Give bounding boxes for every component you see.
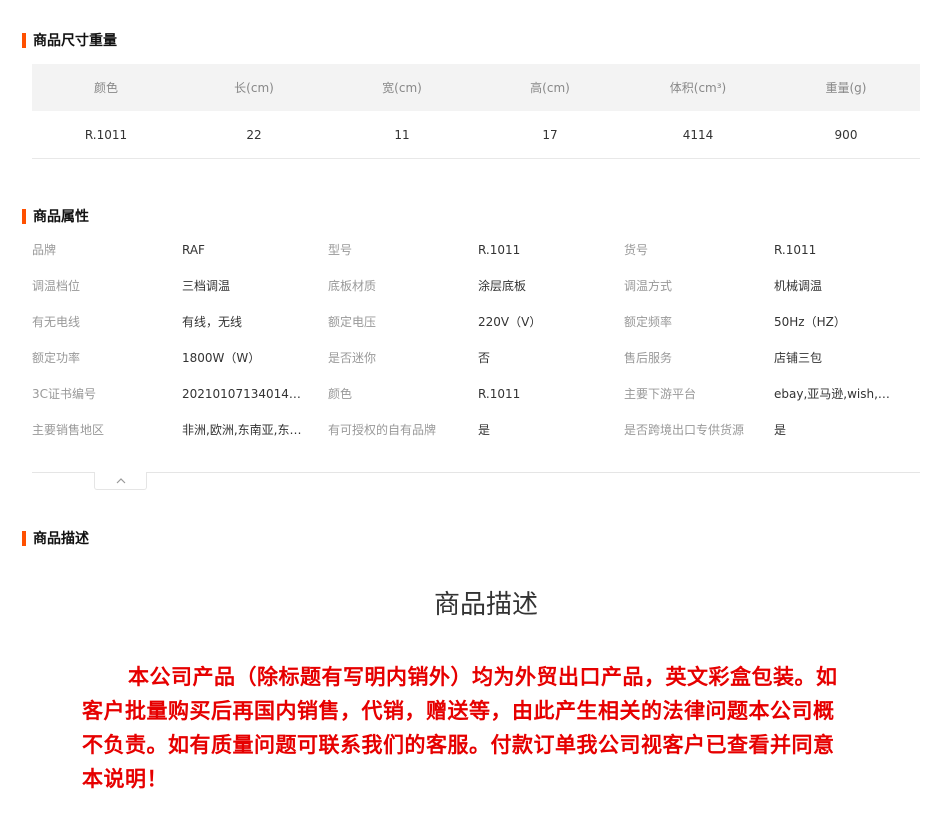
- attribute-value: 店铺三包: [774, 351, 823, 365]
- table-cell: 22: [180, 111, 328, 159]
- table-header-cell: 体积(cm³): [624, 64, 772, 111]
- table-cell: 4114: [624, 111, 772, 159]
- accent-bar: [22, 32, 26, 48]
- attribute-value: 是: [774, 423, 787, 437]
- table-header-cell: 颜色: [32, 64, 180, 111]
- attribute-value: 三档调温: [182, 279, 231, 293]
- attribute-key: 调温档位: [32, 279, 81, 293]
- attribute-value: RAF: [182, 243, 205, 257]
- attribute-key: 颜色: [328, 387, 353, 401]
- attribute-key: 品牌: [32, 243, 57, 257]
- table-cell: R.1011: [32, 111, 180, 159]
- table-header-cell: 长(cm): [180, 64, 328, 111]
- attribute-key: 有可授权的自有品牌: [328, 423, 437, 437]
- description-notice: 本公司产品（除标题有写明内销外）均为外贸出口产品，英文彩盒包装。如客户批量购买后…: [82, 665, 838, 791]
- attribute-value: 50Hz（HZ）: [774, 315, 846, 329]
- attribute-key: 主要下游平台: [624, 387, 697, 401]
- section-title-attributes: 商品属性: [22, 208, 89, 225]
- attribute-value: 220V（V）: [478, 315, 542, 329]
- section-title-text: 商品描述: [33, 531, 89, 547]
- attribute-value: ebay,亚马逊,wish,速…: [774, 387, 899, 401]
- description-heading: 商品描述: [433, 590, 538, 620]
- attribute-value: 是: [478, 423, 491, 437]
- attribute-value: R.1011: [478, 243, 521, 257]
- attribute-key: 有无电线: [32, 315, 81, 329]
- divider: [32, 472, 920, 473]
- attribute-row: 有无电线 有线，无线 额定电压 220V（V） 额定频率 50Hz（HZ）: [32, 304, 920, 340]
- attribute-value: 有线，无线: [182, 315, 243, 329]
- accent-bar: [22, 208, 26, 224]
- attribute-value: 1800W（W）: [182, 351, 261, 365]
- attribute-value: 涂层底板: [478, 279, 527, 293]
- table-header-row: 颜色 长(cm) 宽(cm) 高(cm) 体积(cm³) 重量(g): [32, 64, 920, 111]
- table-header-cell: 高(cm): [476, 64, 624, 111]
- attribute-key: 货号: [624, 243, 649, 257]
- section-title-text: 商品属性: [33, 209, 89, 225]
- section-title-text: 商品尺寸重量: [33, 33, 117, 49]
- size-weight-table: 颜色 长(cm) 宽(cm) 高(cm) 体积(cm³) 重量(g) R.101…: [32, 64, 920, 159]
- attribute-row: 主要销售地区 非洲,欧洲,东南亚,东… 有可授权的自有品牌 是 是否跨境出口专供…: [32, 412, 920, 448]
- section-title-description: 商品描述: [22, 530, 89, 547]
- attribute-row: 额定功率 1800W（W） 是否迷你 否 售后服务 店铺三包: [32, 340, 920, 376]
- attribute-row: 品牌 RAF 型号 R.1011 货号 R.1011: [32, 232, 920, 268]
- attribute-value: 2021010713401474: [182, 387, 302, 401]
- attribute-key: 型号: [328, 243, 353, 257]
- attribute-key: 底板材质: [328, 279, 377, 293]
- attribute-key: 额定功率: [32, 351, 81, 365]
- table-cell: 17: [476, 111, 624, 159]
- attribute-key: 主要销售地区: [32, 423, 105, 437]
- accent-bar: [22, 530, 26, 546]
- attribute-key: 3C证书编号: [32, 387, 97, 401]
- attribute-key: 是否迷你: [328, 351, 377, 365]
- table-cell: 11: [328, 111, 476, 159]
- attribute-key: 调温方式: [624, 279, 673, 293]
- attribute-value: R.1011: [774, 243, 817, 257]
- table-cell: 900: [772, 111, 920, 159]
- attribute-key: 额定频率: [624, 315, 673, 329]
- attribute-key: 额定电压: [328, 315, 377, 329]
- attribute-key: 是否跨境出口专供货源: [624, 423, 745, 437]
- section-title-size-weight: 商品尺寸重量: [22, 32, 117, 49]
- attributes-grid: 品牌 RAF 型号 R.1011 货号 R.1011 调温档位 三档调温 底板材…: [32, 232, 920, 448]
- table-header-cell: 宽(cm): [328, 64, 476, 111]
- attribute-row: 3C证书编号 2021010713401474 颜色 R.1011 主要下游平台…: [32, 376, 920, 412]
- attribute-value: 非洲,欧洲,东南亚,东…: [182, 423, 302, 437]
- attribute-value: 机械调温: [774, 279, 823, 293]
- attribute-value: R.1011: [478, 387, 521, 401]
- collapse-attributes-button[interactable]: [94, 472, 147, 490]
- chevron-up-icon: [116, 477, 126, 484]
- attribute-row: 调温档位 三档调温 底板材质 涂层底板 调温方式 机械调温: [32, 268, 920, 304]
- attribute-value: 否: [478, 351, 491, 365]
- attribute-key: 售后服务: [624, 351, 673, 365]
- table-row: R.1011 22 11 17 4114 900: [32, 111, 920, 159]
- table-header-cell: 重量(g): [772, 64, 920, 111]
